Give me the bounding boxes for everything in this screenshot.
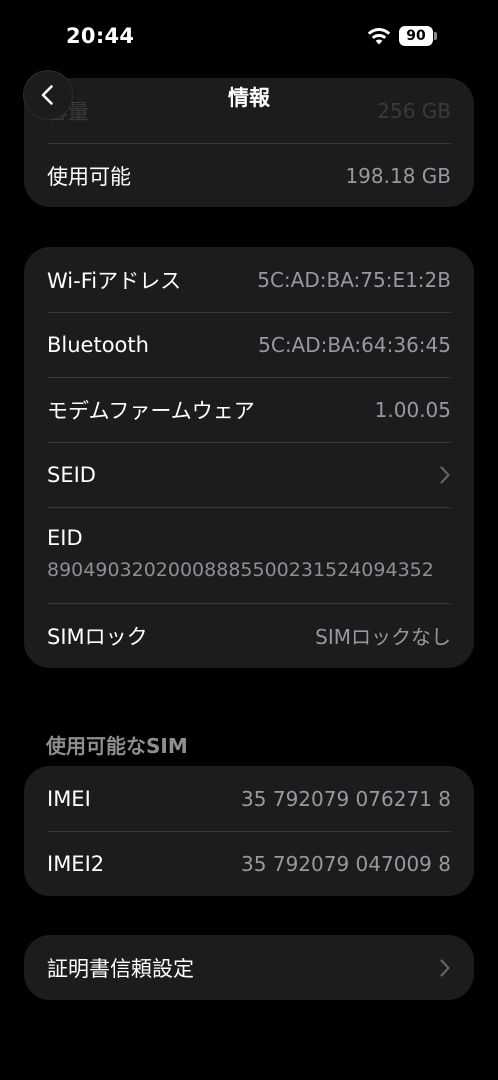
- imei2-label: IMEI2: [47, 851, 105, 876]
- bluetooth-label: Bluetooth: [47, 332, 149, 357]
- wifi-address-label: Wi-Fiアドレス: [47, 268, 182, 293]
- available-value: 198.18 GB: [345, 163, 451, 188]
- imei-row[interactable]: IMEI 35 792079 076271 8: [24, 766, 474, 831]
- chevron-right-icon: [440, 465, 450, 484]
- eid-row[interactable]: EID 89049032020008885500231524094352: [24, 507, 474, 603]
- eid-label: EID: [47, 526, 83, 550]
- battery-cap: [434, 32, 437, 40]
- imei2-value: 35 792079 047009 8: [241, 851, 451, 876]
- imei2-row[interactable]: IMEI2 35 792079 047009 8: [24, 831, 474, 896]
- certificate-card: 証明書信頼設定: [24, 935, 474, 1000]
- eid-value: 89049032020008885500231524094352: [47, 559, 434, 581]
- certificate-trust-settings-row[interactable]: 証明書信頼設定: [24, 935, 474, 1000]
- screen: 20:44 90 情報 容量 256 GB 使用可能 198.18 GB Wi-…: [0, 0, 498, 1080]
- seid-label: SEID: [47, 462, 96, 487]
- sim-lock-label: SIMロック: [47, 624, 148, 649]
- available-label: 使用可能: [47, 164, 131, 189]
- sim-card: IMEI 35 792079 076271 8 IMEI2 35 792079 …: [24, 766, 474, 896]
- page-title: 情報: [228, 86, 270, 110]
- chevron-right-icon: [440, 958, 450, 977]
- sim-lock-row: SIMロック SIMロックなし: [24, 603, 474, 668]
- available-row: 使用可能 198.18 GB: [24, 143, 474, 207]
- battery-level: 90: [406, 28, 426, 44]
- status-bar: 20:44 90: [0, 0, 498, 72]
- modem-firmware-label: モデムファームウェア: [47, 398, 255, 423]
- chevron-left-icon: [41, 85, 53, 105]
- wifi-address-row[interactable]: Wi-Fiアドレス 5C:AD:BA:75:E1:2B: [24, 247, 474, 312]
- device-info-card: Wi-Fiアドレス 5C:AD:BA:75:E1:2B Bluetooth 5C…: [24, 247, 474, 668]
- bluetooth-row[interactable]: Bluetooth 5C:AD:BA:64:36:45: [24, 312, 474, 377]
- wifi-icon: [367, 28, 391, 45]
- bluetooth-value: 5C:AD:BA:64:36:45: [258, 332, 451, 357]
- wifi-address-value: 5C:AD:BA:75:E1:2B: [257, 267, 451, 292]
- back-button[interactable]: [23, 70, 73, 120]
- status-time: 20:44: [66, 24, 135, 48]
- battery-indicator: 90: [399, 26, 433, 46]
- imei-value: 35 792079 076271 8: [241, 786, 451, 811]
- certificate-trust-settings-label: 証明書信頼設定: [47, 956, 194, 981]
- modem-firmware-value: 1.00.05: [374, 397, 451, 422]
- sim-lock-value: SIMロックなし: [315, 625, 451, 649]
- sim-section-header: 使用可能なSIM: [46, 734, 188, 758]
- imei-label: IMEI: [47, 786, 91, 811]
- seid-row[interactable]: SEID: [24, 442, 474, 507]
- modem-firmware-row[interactable]: モデムファームウェア 1.00.05: [24, 377, 474, 442]
